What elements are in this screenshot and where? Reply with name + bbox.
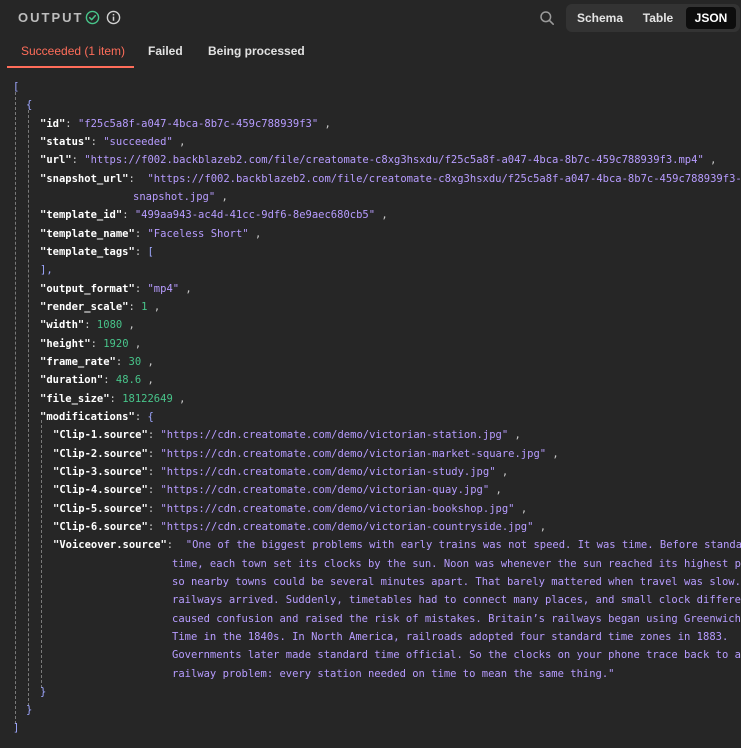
json-viewer: [ { "id": "f25c5a8f-a047-4bca-8b7c-459c7… <box>0 78 741 748</box>
json-field-status: "status": "succeeded" , <box>40 136 186 148</box>
json-line: ], <box>40 264 53 276</box>
active-tab-indicator <box>7 66 134 68</box>
tab-failed[interactable]: Failed <box>148 44 183 58</box>
json-field-output-format: "output_format": "mp4" , <box>40 283 192 295</box>
json-field-modifications: "modifications": { <box>40 411 154 423</box>
json-line: } <box>26 704 33 716</box>
json-field-id: "id": "f25c5a8f-a047-4bca-8b7c-459c78893… <box>40 118 331 130</box>
voiceover-text-line: railway problem: every station needed on… <box>172 668 615 680</box>
json-field-clip-source: "Clip-3.source": "https://cdn.creatomate… <box>53 466 509 478</box>
view-switcher: Schema Table JSON <box>566 4 740 32</box>
info-icon[interactable] <box>106 10 121 25</box>
json-field-duration: "duration": 48.6 , <box>40 374 154 386</box>
json-field-file-size: "file_size": 18122649 , <box>40 393 186 405</box>
json-field-clip-source: "Clip-6.source": "https://cdn.creatomate… <box>53 521 547 533</box>
json-field-frame-rate: "frame_rate": 30 , <box>40 356 154 368</box>
voiceover-text-line: time, each town set its clocks by the su… <box>172 558 741 570</box>
indent-guide <box>15 92 16 724</box>
json-line: [ <box>13 81 20 93</box>
voiceover-text-line: so nearby towns could be several minutes… <box>172 576 741 588</box>
voiceover-text-line: railways arrived. Suddenly, timetables h… <box>172 594 741 606</box>
json-field-url: "url": "https://f002.backblazeb2.com/fil… <box>40 154 717 166</box>
json-field-clip-source: "Clip-4.source": "https://cdn.creatomate… <box>53 484 502 496</box>
output-header: OUTPUT Schema Table JSON <box>0 0 741 36</box>
json-field-template-name: "template_name": "Faceless Short" , <box>40 228 262 240</box>
panel-title: OUTPUT <box>18 10 84 25</box>
success-check-icon <box>85 10 100 25</box>
tab-being-processed[interactable]: Being processed <box>208 44 305 58</box>
json-line: ] <box>13 722 20 734</box>
voiceover-text-line: Time in the 1840s. In North America, rai… <box>172 631 729 643</box>
json-field-voiceover-source: "Voiceover.source": "One of the biggest … <box>53 539 741 551</box>
indent-guide <box>28 110 29 706</box>
json-field-width: "width": 1080 , <box>40 319 135 331</box>
view-table-button[interactable]: Table <box>630 7 686 29</box>
json-field-snapshot-url: "snapshot_url": "https://f002.backblazeb… <box>40 173 741 185</box>
result-tabs: Succeeded (1 item) Failed Being processe… <box>0 36 741 68</box>
json-field-template-id: "template_id": "499aa943-ac4d-41cc-9df6-… <box>40 209 388 221</box>
voiceover-text-line: caused confusion and raised the risk of … <box>172 613 741 625</box>
search-icon[interactable] <box>539 10 555 26</box>
view-json-button[interactable]: JSON <box>686 7 736 29</box>
view-schema-button[interactable]: Schema <box>570 7 630 29</box>
json-field-template-tags: "template_tags": [ <box>40 246 154 258</box>
json-line: } <box>40 686 47 698</box>
json-field-clip-source: "Clip-2.source": "https://cdn.creatomate… <box>53 448 559 460</box>
json-line: { <box>26 99 33 111</box>
json-field-render-scale: "render_scale": 1 , <box>40 301 161 313</box>
json-field-snapshot-url-cont: snapshot.jpg" , <box>133 191 228 203</box>
json-field-clip-source: "Clip-5.source": "https://cdn.creatomate… <box>53 503 528 515</box>
json-field-clip-source: "Clip-1.source": "https://cdn.creatomate… <box>53 429 521 441</box>
voiceover-text-line: Governments later made standard time off… <box>172 649 741 661</box>
indent-guide <box>41 420 42 688</box>
json-field-height: "height": 1920 , <box>40 338 142 350</box>
tab-succeeded[interactable]: Succeeded (1 item) <box>21 44 125 58</box>
